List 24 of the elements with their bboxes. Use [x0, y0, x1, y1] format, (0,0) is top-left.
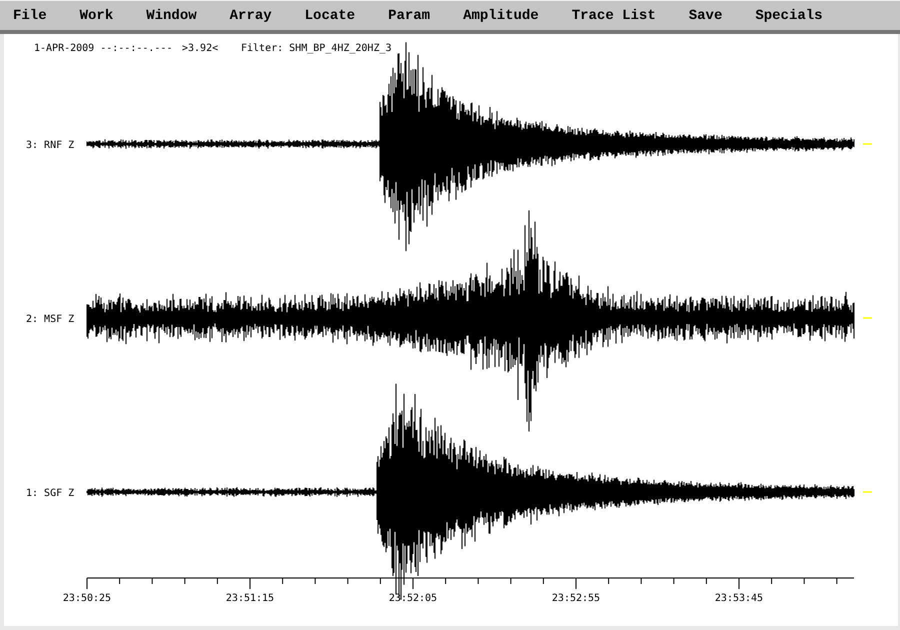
- menu-item[interactable]: Array: [230, 8, 272, 24]
- menu-item[interactable]: Locate: [304, 8, 356, 24]
- trace-label: 3: RNF Z: [26, 140, 74, 151]
- time-label: 23:52:55: [552, 593, 600, 604]
- menu-item[interactable]: Param: [388, 8, 430, 24]
- date-time-text: 1-APR-2009 --:--:--.---: [34, 43, 172, 54]
- menu-item[interactable]: Amplitude: [463, 8, 539, 24]
- menu-item[interactable]: Specials: [755, 8, 823, 24]
- marker-icon: [863, 491, 872, 493]
- amplitude-value: >3.92<: [182, 43, 218, 54]
- marker-icon: [863, 143, 872, 145]
- filter-label: Filter: SHM_BP_4HZ_20HZ_3: [241, 43, 392, 54]
- trace-label: 1: SGF Z: [26, 488, 74, 499]
- menu-item[interactable]: Work: [80, 8, 114, 24]
- menu-item[interactable]: Trace List: [572, 8, 656, 24]
- marker-icon: [863, 317, 872, 319]
- menu-item[interactable]: Save: [688, 8, 722, 24]
- time-label: 23:51:15: [226, 593, 274, 604]
- time-label: 23:52:05: [388, 593, 438, 604]
- menu-item[interactable]: Window: [146, 8, 197, 24]
- trace-label: 2: MSF Z: [26, 314, 74, 325]
- menu-item[interactable]: File: [13, 8, 47, 24]
- time-label: 23:53:45: [714, 593, 764, 604]
- time-label: 23:50:25: [62, 593, 112, 604]
